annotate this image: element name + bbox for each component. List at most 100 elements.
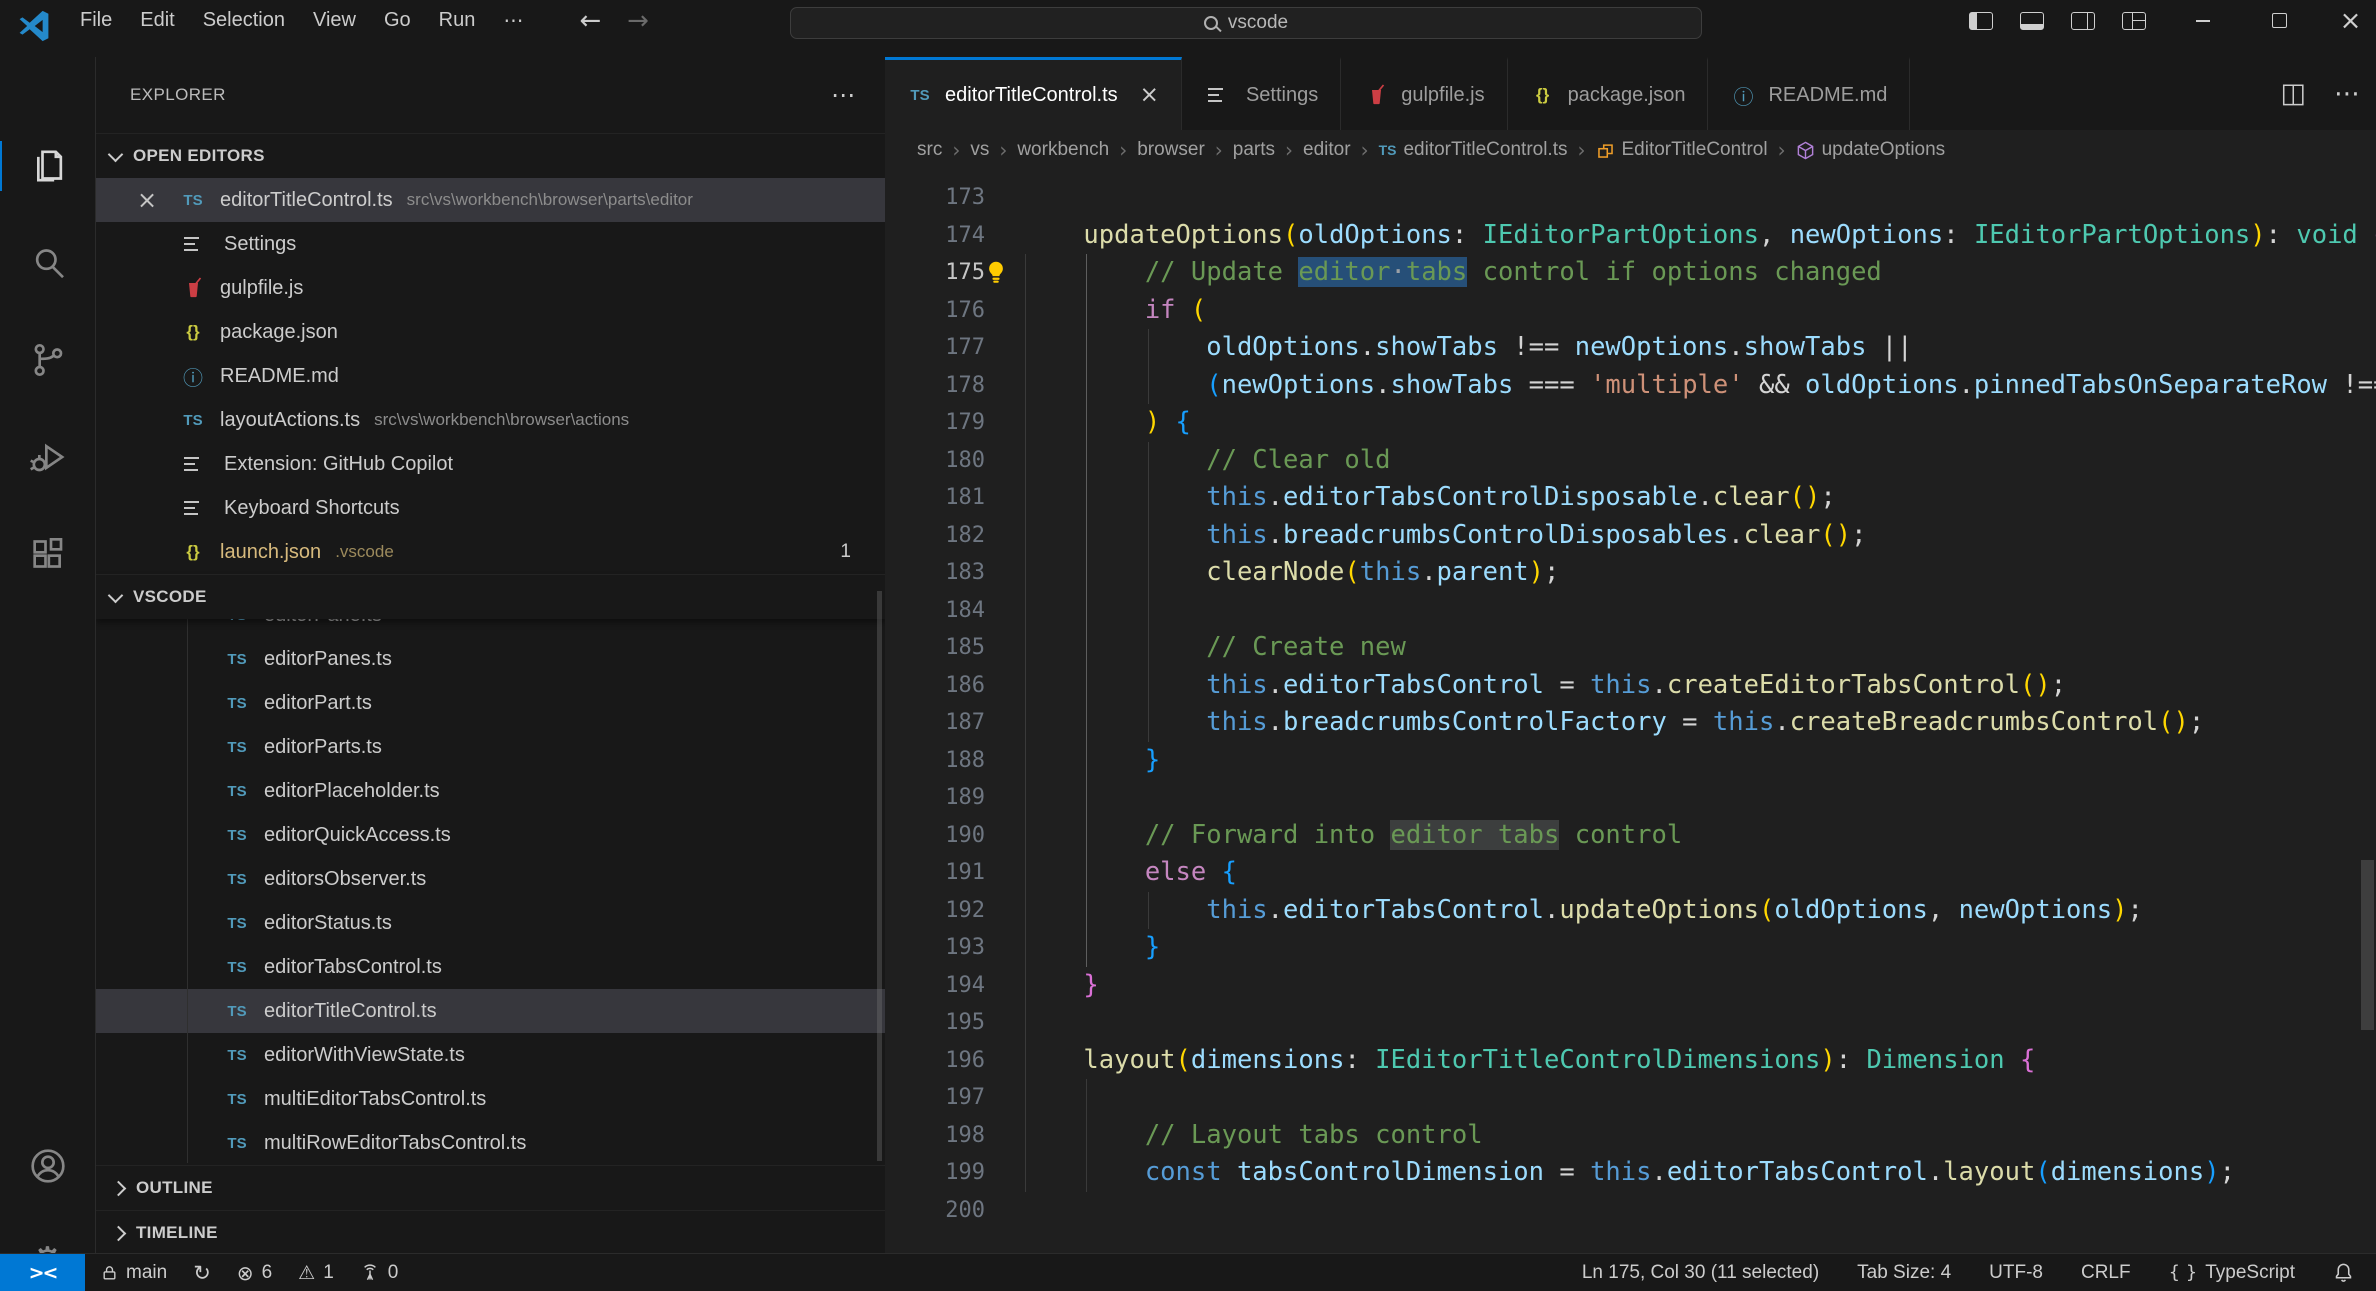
maximize-button[interactable] bbox=[2254, 0, 2305, 41]
minimize-button[interactable] bbox=[2177, 0, 2228, 41]
activity-run-debug[interactable] bbox=[0, 432, 95, 482]
menu-item-file[interactable]: File bbox=[66, 0, 126, 41]
breadcrumb-item[interactable]: editor bbox=[1303, 139, 1351, 161]
forward-arrow-icon[interactable]: → bbox=[627, 6, 649, 36]
more-actions-icon[interactable]: ⋯ bbox=[2334, 79, 2360, 109]
code-line[interactable]: 177 oldOptions.showTabs !== newOptions.s… bbox=[885, 329, 2376, 367]
timeline-section-header[interactable]: TIMELINE bbox=[96, 1210, 885, 1253]
tree-row[interactable]: TS multiEditorTabsControl.ts bbox=[96, 1077, 885, 1121]
code-line[interactable]: 182 this.breadcrumbsControlDisposables.c… bbox=[885, 517, 2376, 555]
code-line[interactable]: 197 bbox=[885, 1079, 2376, 1117]
activity-explorer[interactable] bbox=[0, 141, 97, 191]
close-tab-icon[interactable]: × bbox=[1140, 82, 1159, 108]
code-line[interactable]: 199 const tabsControlDimension = this.ed… bbox=[885, 1154, 2376, 1192]
open-editor-row[interactable]: Extension: GitHub Copilot bbox=[96, 442, 885, 486]
close-window-button[interactable]: × bbox=[2325, 0, 2376, 41]
breadcrumb-item[interactable]: TS editorTitleControl.ts bbox=[1379, 139, 1568, 161]
tree-row[interactable]: TS editorStatus.ts bbox=[96, 901, 885, 945]
breadcrumb-item[interactable]: browser bbox=[1137, 139, 1205, 161]
menu-item-go[interactable]: Go bbox=[370, 0, 425, 41]
open-editor-row[interactable]: {} package.json bbox=[96, 310, 885, 354]
project-section-header[interactable]: VSCODE bbox=[96, 574, 885, 619]
statusbar-tab-size[interactable]: Tab Size: 4 bbox=[1857, 1262, 1951, 1284]
breadcrumb-item[interactable]: src bbox=[917, 139, 942, 161]
code-editor[interactable]: 173 174 updateOptions(oldOptions: IEditor… bbox=[885, 170, 2376, 1253]
code-line[interactable]: 179 ) { bbox=[885, 404, 2376, 442]
tab-package-json[interactable]: {} package.json bbox=[1507, 57, 1709, 130]
editor-scrollbar[interactable] bbox=[2361, 860, 2374, 1030]
statusbar-cursor-position[interactable]: Ln 175, Col 30 (11 selected) bbox=[1582, 1262, 1819, 1284]
tree-row-partial[interactable]: TS editorPane.ts bbox=[96, 619, 885, 637]
outline-section-header[interactable]: OUTLINE bbox=[96, 1165, 885, 1210]
code-line[interactable]: 184 bbox=[885, 592, 2376, 630]
tree-row[interactable]: TS editorsObserver.ts bbox=[96, 857, 885, 901]
code-line[interactable]: 192 this.editorTabsControl.updateOptions… bbox=[885, 892, 2376, 930]
tree-row[interactable]: TS multiRowEditorTabsControl.ts bbox=[96, 1121, 885, 1165]
tree-row[interactable]: TS editorTitleControl.ts bbox=[96, 989, 885, 1033]
activity-source-control[interactable] bbox=[0, 335, 95, 385]
breadcrumb-item[interactable]: updateOptions bbox=[1796, 139, 1945, 161]
split-editor-icon[interactable]: ◫ bbox=[2280, 78, 2306, 109]
open-editor-row[interactable]: {} launch.json .vscode 1 bbox=[96, 530, 885, 574]
code-line[interactable]: 180 // Clear old bbox=[885, 442, 2376, 480]
code-line[interactable]: 200 bbox=[885, 1192, 2376, 1230]
remote-indicator[interactable]: >< bbox=[0, 1253, 85, 1291]
tree-row[interactable]: TS editorPart.ts bbox=[96, 681, 885, 725]
code-line[interactable]: 194 } bbox=[885, 967, 2376, 1005]
open-editor-row[interactable]: TS layoutActions.ts src\vs\workbench\brows… bbox=[96, 398, 885, 442]
breadcrumb-item[interactable]: workbench bbox=[1017, 139, 1109, 161]
open-editor-row[interactable]: Settings bbox=[96, 222, 885, 266]
code-line[interactable]: 190 // Forward into editor tabs control bbox=[885, 817, 2376, 855]
code-line[interactable]: 198 // Layout tabs control bbox=[885, 1117, 2376, 1155]
command-center-search[interactable]: vscode bbox=[790, 7, 1702, 39]
tree-row[interactable]: TS editorQuickAccess.ts bbox=[96, 813, 885, 857]
statusbar-sync[interactable]: ↻ bbox=[193, 1261, 211, 1285]
code-line[interactable]: 183 clearNode(this.parent); bbox=[885, 554, 2376, 592]
tab-editortitlecontrol-ts[interactable]: TS editorTitleControl.ts × bbox=[885, 57, 1182, 130]
menu-item-view[interactable]: View bbox=[299, 0, 370, 41]
code-line[interactable]: 193 } bbox=[885, 929, 2376, 967]
lightbulb-icon[interactable] bbox=[985, 260, 1007, 289]
code-line[interactable]: 196 layout(dimensions: IEditorTitleContr… bbox=[885, 1042, 2376, 1080]
statusbar-notifications[interactable] bbox=[2333, 1262, 2354, 1283]
open-editors-header[interactable]: OPEN EDITORS bbox=[96, 133, 885, 178]
code-line[interactable]: 185 // Create new bbox=[885, 629, 2376, 667]
breadcrumb-item[interactable]: EditorTitleControl bbox=[1596, 139, 1768, 161]
tree-row[interactable]: TS editorTabsControl.ts bbox=[96, 945, 885, 989]
tree-row[interactable]: TS editorWithViewState.ts bbox=[96, 1033, 885, 1077]
code-line[interactable]: 176 if ( bbox=[885, 292, 2376, 330]
customize-layout-button[interactable] bbox=[2108, 0, 2159, 41]
menu-item-selection[interactable]: Selection bbox=[189, 0, 299, 41]
statusbar-eol[interactable]: CRLF bbox=[2081, 1262, 2131, 1284]
open-editor-row[interactable]: ⓘ README.md bbox=[96, 354, 885, 398]
menu-item-run[interactable]: Run bbox=[425, 0, 490, 41]
explorer-more-actions-icon[interactable]: ⋯ bbox=[831, 81, 855, 109]
statusbar-branch[interactable]: main bbox=[101, 1262, 167, 1284]
statusbar-warnings[interactable]: ⚠ 1 bbox=[298, 1262, 334, 1284]
close-editor-icon[interactable]: × bbox=[132, 186, 162, 214]
code-line[interactable]: 175 // Update editor·tabs control if opt… bbox=[885, 254, 2376, 292]
back-arrow-icon[interactable]: ← bbox=[579, 6, 601, 36]
code-line[interactable]: 173 bbox=[885, 179, 2376, 217]
activity-extensions[interactable] bbox=[0, 529, 95, 579]
statusbar-errors[interactable]: ⊗ 6 bbox=[237, 1261, 272, 1285]
breadcrumb-item[interactable]: vs bbox=[970, 139, 989, 161]
open-editor-row[interactable]: Keyboard Shortcuts bbox=[96, 486, 885, 530]
activity-search[interactable] bbox=[0, 238, 95, 288]
tree-row[interactable]: TS editorParts.ts bbox=[96, 725, 885, 769]
tree-row[interactable]: TS editorPlaceholder.ts bbox=[96, 769, 885, 813]
activity-account[interactable] bbox=[0, 1141, 95, 1191]
statusbar-ports[interactable]: 0 bbox=[360, 1262, 398, 1284]
toggle-panel-button[interactable] bbox=[2006, 0, 2057, 41]
menu-item-edit[interactable]: Edit bbox=[126, 0, 188, 41]
breadcrumb-item[interactable]: parts bbox=[1233, 139, 1275, 161]
tree-row[interactable]: TS editorPanes.ts bbox=[96, 637, 885, 681]
menu-item-more[interactable]: ⋯ bbox=[489, 0, 537, 41]
code-line[interactable]: 189 bbox=[885, 779, 2376, 817]
sidebar-scrollbar[interactable] bbox=[877, 591, 882, 1161]
code-line[interactable]: 195 bbox=[885, 1004, 2376, 1042]
code-line[interactable]: 174 updateOptions(oldOptions: IEditorPar… bbox=[885, 217, 2376, 255]
code-line[interactable]: 188 } bbox=[885, 742, 2376, 780]
code-line[interactable]: 181 this.editorTabsControlDisposable.cle… bbox=[885, 479, 2376, 517]
code-line[interactable]: 187 this.breadcrumbsControlFactory = thi… bbox=[885, 704, 2376, 742]
